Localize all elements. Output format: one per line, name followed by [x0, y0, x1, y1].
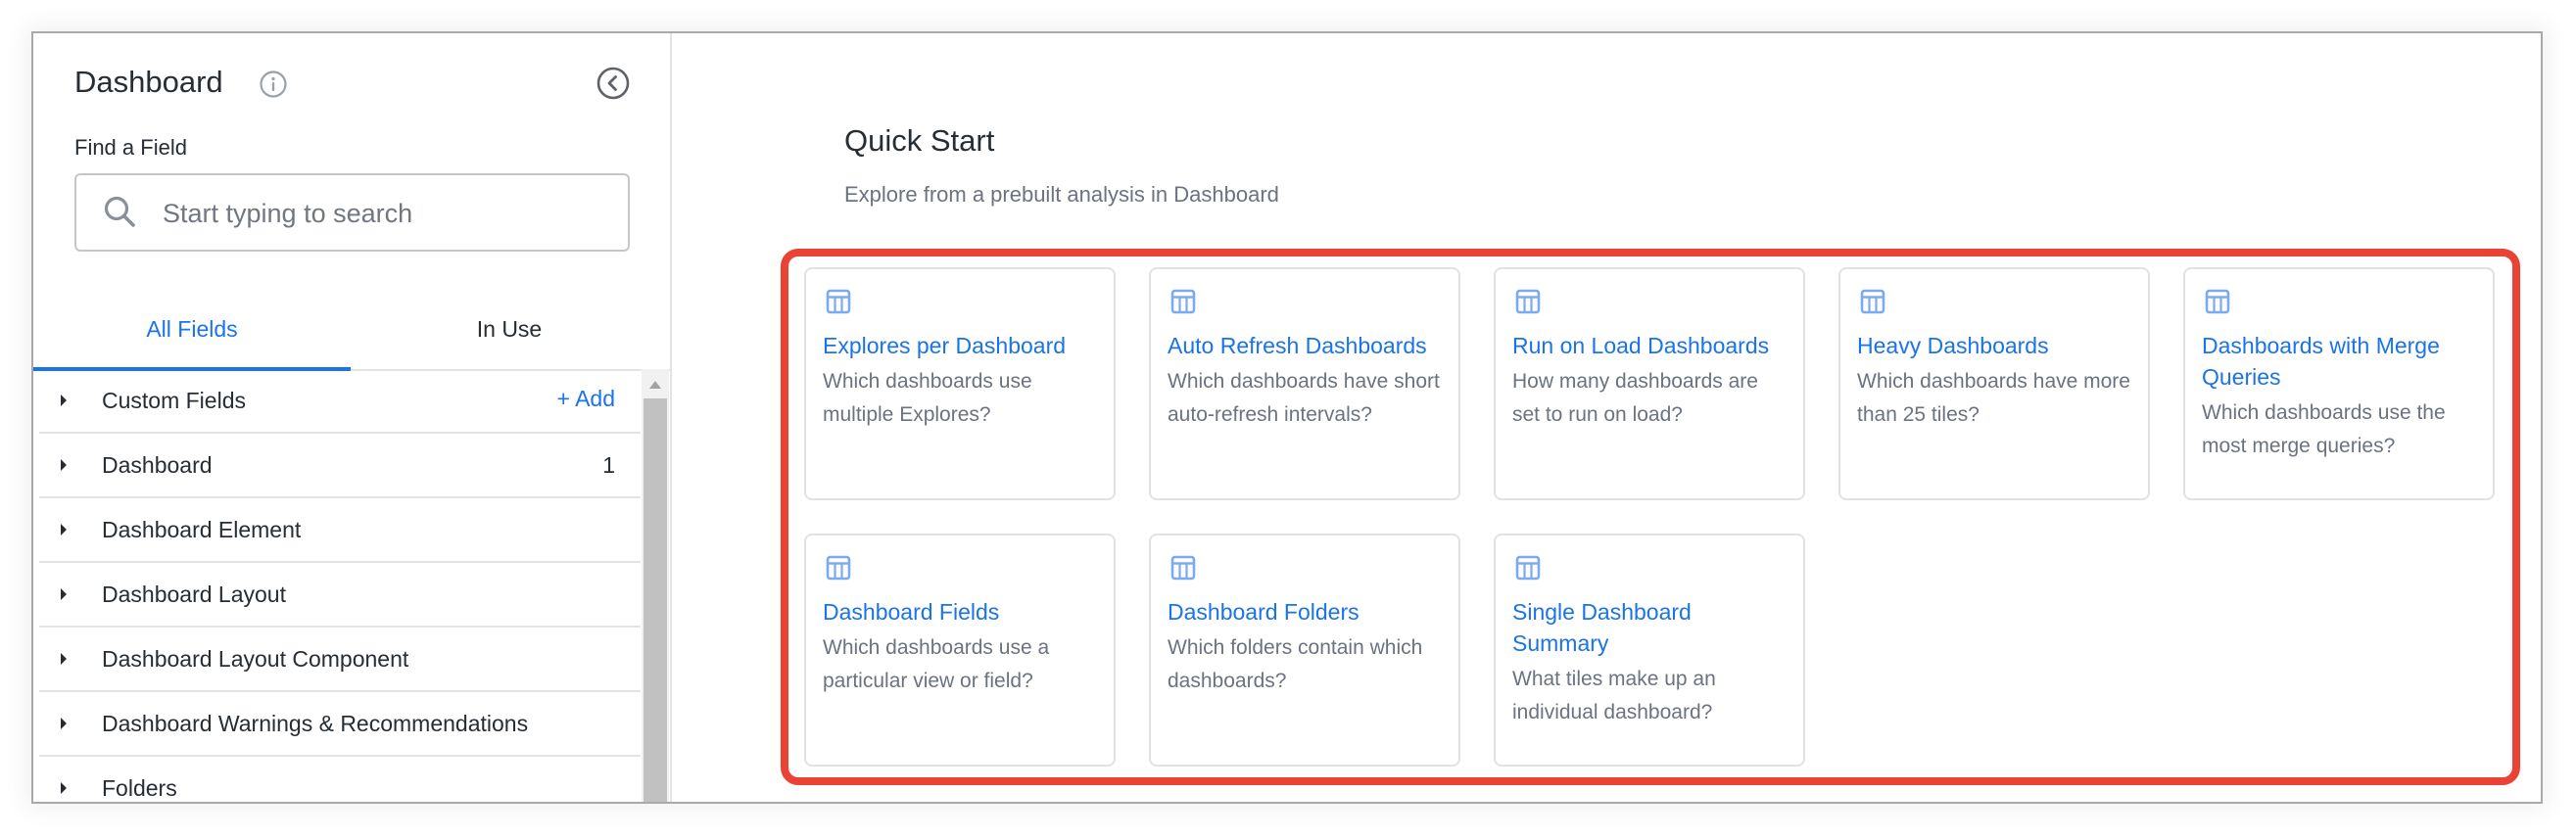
- field-group-dashboard-layout[interactable]: Dashboard Layout: [39, 563, 641, 628]
- field-group-dashboard-layout-component[interactable]: Dashboard Layout Component: [39, 628, 641, 692]
- field-picker-sidebar: Dashboard Find a Field All Fields In Use: [33, 33, 672, 802]
- info-icon[interactable]: [259, 70, 288, 99]
- tab-all-fields[interactable]: All Fields: [33, 293, 351, 371]
- card-description: Which dashboards have more than 25 tiles…: [1857, 370, 2130, 426]
- expand-caret-icon[interactable]: [61, 718, 67, 729]
- expand-caret-icon[interactable]: [61, 459, 67, 471]
- field-group-dashboard-warnings[interactable]: Dashboard Warnings & Recommendations: [39, 692, 641, 757]
- card-description: What tiles make up an individual dashboa…: [1512, 668, 1716, 723]
- quick-start-card[interactable]: Run on Load Dashboards How many dashboar…: [1494, 267, 1805, 500]
- search-icon: [104, 196, 135, 227]
- find-field-label: Find a Field: [74, 135, 187, 160]
- field-list-scrollbar[interactable]: [642, 369, 669, 802]
- quick-start-subtitle: Explore from a prebuilt analysis in Dash…: [844, 182, 1279, 207]
- field-search-box[interactable]: [74, 173, 630, 252]
- field-group-list: Custom Fields + Add Dashboard 1 Dashboar…: [33, 369, 641, 802]
- field-group-label: Dashboard Layout Component: [102, 646, 409, 672]
- table-icon: [1515, 555, 1541, 581]
- field-group-label: Dashboard: [102, 452, 213, 478]
- quick-start-card[interactable]: Auto Refresh Dashboards Which dashboards…: [1149, 267, 1460, 500]
- expand-caret-icon[interactable]: [61, 782, 67, 794]
- scroll-up-arrow-icon[interactable]: [649, 381, 661, 389]
- card-title: Explores per Dashboard: [823, 333, 1067, 358]
- card-title: Dashboards with Merge Queries: [2202, 333, 2440, 390]
- card-title: Run on Load Dashboards: [1512, 333, 1770, 358]
- quick-start-panel: Quick Start Explore from a prebuilt anal…: [672, 33, 2541, 802]
- card-title: Dashboard Fields: [823, 599, 1000, 625]
- field-group-label: Custom Fields: [102, 388, 246, 413]
- quick-start-card[interactable]: Dashboard Fields Which dashboards use a …: [804, 534, 1116, 767]
- table-icon: [1170, 289, 1196, 314]
- field-group-dashboard-element[interactable]: Dashboard Element: [39, 498, 641, 563]
- table-icon: [1170, 555, 1196, 581]
- field-group-label: Folders: [102, 775, 177, 801]
- field-group-dashboard[interactable]: Dashboard 1: [39, 434, 641, 498]
- card-description: Which dashboards use the most merge quer…: [2202, 401, 2446, 457]
- card-description: Which dashboards use multiple Explores?: [823, 370, 1032, 426]
- app-window: Dashboard Find a Field All Fields In Use: [31, 31, 2543, 804]
- quick-start-title: Quick Start: [844, 123, 995, 158]
- table-icon: [826, 289, 851, 314]
- in-use-count: 1: [602, 452, 615, 478]
- card-description: How many dashboards are set to run on lo…: [1512, 370, 1758, 426]
- table-icon: [826, 555, 851, 581]
- expand-caret-icon[interactable]: [61, 588, 67, 600]
- expand-caret-icon[interactable]: [61, 653, 67, 665]
- expand-caret-icon[interactable]: [61, 395, 67, 406]
- card-title: Heavy Dashboards: [1857, 333, 2049, 358]
- card-title: Auto Refresh Dashboards: [1168, 333, 1427, 358]
- card-title: Single Dashboard Summary: [1512, 599, 1692, 656]
- quick-start-card[interactable]: Explores per Dashboard Which dashboards …: [804, 267, 1116, 500]
- add-custom-field-button[interactable]: + Add: [557, 383, 615, 414]
- field-group-label: Dashboard Warnings & Recommendations: [102, 711, 529, 736]
- expand-caret-icon[interactable]: [61, 524, 67, 535]
- field-search-input[interactable]: [161, 175, 615, 252]
- table-icon: [2205, 289, 2230, 314]
- table-icon: [1515, 289, 1541, 314]
- card-description: Which folders contain which dashboards?: [1168, 636, 1423, 692]
- quick-start-card[interactable]: Heavy Dashboards Which dashboards have m…: [1838, 267, 2150, 500]
- scrollbar-thumb[interactable]: [644, 398, 667, 802]
- quick-start-card[interactable]: Dashboards with Merge Queries Which dash…: [2183, 267, 2495, 500]
- field-group-label: Dashboard Element: [102, 517, 302, 542]
- card-description: Which dashboards have short auto-refresh…: [1168, 370, 1440, 426]
- sidebar-title: Dashboard: [74, 65, 223, 99]
- field-tabs: All Fields In Use: [33, 293, 670, 371]
- quick-start-card[interactable]: Single Dashboard Summary What tiles make…: [1494, 534, 1805, 767]
- field-group-folders[interactable]: Folders: [39, 757, 641, 802]
- collapse-sidebar-icon[interactable]: [596, 66, 631, 101]
- quick-start-card[interactable]: Dashboard Folders Which folders contain …: [1149, 534, 1460, 767]
- tab-in-use[interactable]: In Use: [351, 293, 668, 369]
- field-group-custom-fields[interactable]: Custom Fields + Add: [39, 369, 641, 434]
- field-group-label: Dashboard Layout: [102, 582, 286, 607]
- table-icon: [1860, 289, 1885, 314]
- card-description: Which dashboards use a particular view o…: [823, 636, 1050, 692]
- card-title: Dashboard Folders: [1168, 599, 1360, 625]
